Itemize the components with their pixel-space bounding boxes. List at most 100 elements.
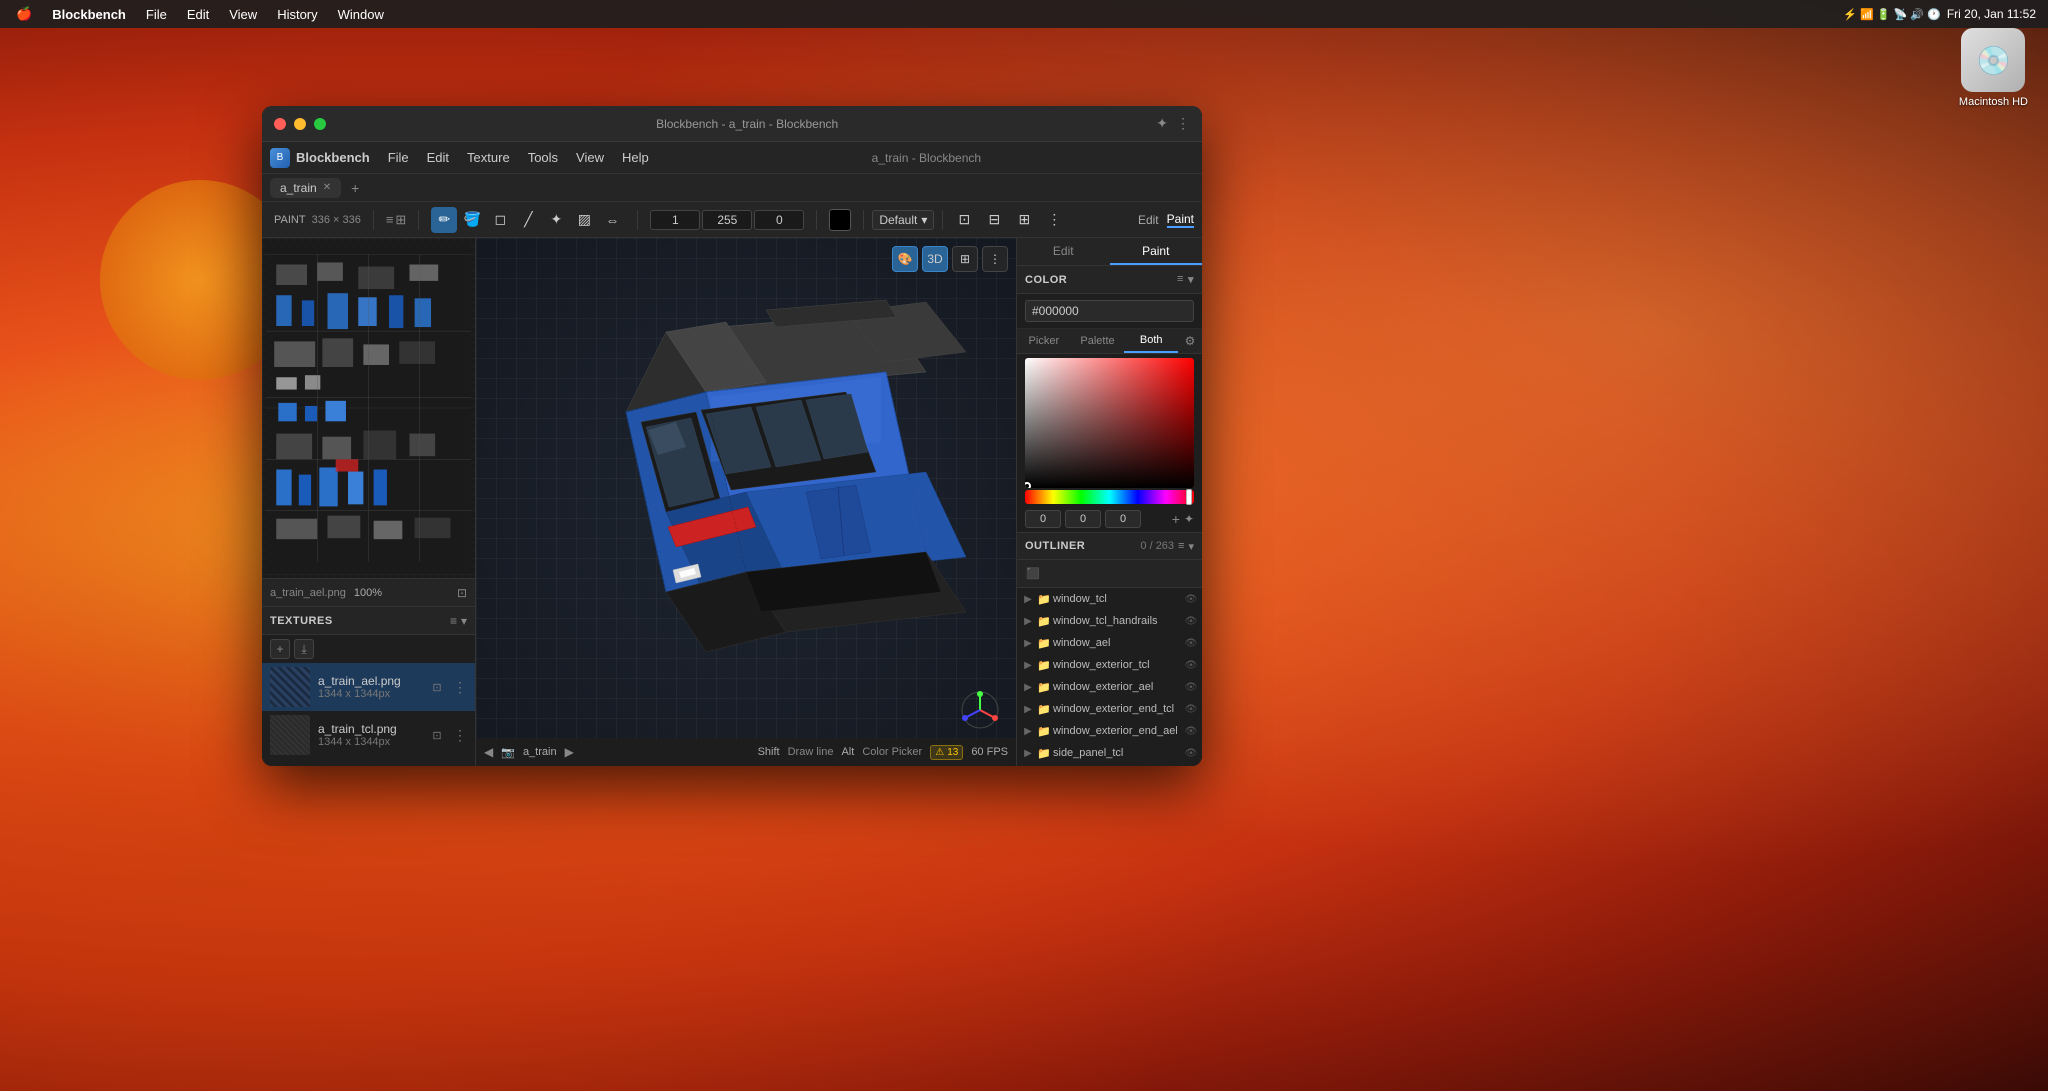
outliner-name-end-ael: window_exterior_end_ael xyxy=(1053,725,1182,737)
outliner-menu-icon[interactable]: ≡ xyxy=(1178,540,1184,552)
desktop-icon-macintosh-hd[interactable]: 💿 Macintosh HD xyxy=(1959,28,2028,108)
outliner-item-window-ael[interactable]: ▶ 📁 window_ael 👁 xyxy=(1017,632,1202,654)
toolbar-more-btn[interactable]: ⋮ xyxy=(1041,207,1067,233)
outliner-vis-window-tcl[interactable]: 👁 xyxy=(1184,592,1198,606)
window-close-button[interactable] xyxy=(274,118,286,130)
toolbar-edit-tab[interactable]: Edit xyxy=(1138,213,1159,227)
menubar-file[interactable]: File xyxy=(138,5,175,24)
texture-import-button[interactable]: ⤓ xyxy=(294,639,314,659)
tab-a-train[interactable]: a_train ✕ xyxy=(270,178,341,198)
texture-item-tcl[interactable]: a_train_tcl.png 1344 x 1344px ⊡ ⋮ xyxy=(262,711,475,759)
outliner-vis-side-tcl[interactable]: 👁 xyxy=(1184,746,1198,760)
toolbar-pencil-button[interactable]: ✏ xyxy=(431,207,457,233)
outliner-vis-ext-tcl[interactable]: 👁 xyxy=(1184,658,1198,672)
texture-item-ael[interactable]: a_train_ael.png 1344 x 1344px ⊡ ⋮ xyxy=(262,663,475,711)
viewport-btn-grid[interactable]: ⊞ xyxy=(952,246,978,272)
color-b-input[interactable] xyxy=(1105,510,1141,528)
texture-more-tcl[interactable]: ⋮ xyxy=(453,727,467,744)
uv-save-icon[interactable]: ⊡ xyxy=(457,586,467,600)
window-menu-button[interactable]: ⋮ xyxy=(1176,115,1190,132)
color-picker-gradient[interactable] xyxy=(1025,358,1194,488)
outliner-item-window-exterior-end-ael[interactable]: ▶ 📁 window_exterior_end_ael 👁 xyxy=(1017,720,1202,742)
outliner-vis-end-ael[interactable]: 👁 xyxy=(1184,724,1198,738)
color-menu-icon[interactable]: ≡ xyxy=(1177,273,1184,286)
menu-texture[interactable]: Texture xyxy=(459,147,518,168)
outliner-vis-handrails[interactable]: 👁 xyxy=(1184,614,1198,628)
toolbar-view-btn1[interactable]: ⊡ xyxy=(951,207,977,233)
window-minimize-button[interactable] xyxy=(294,118,306,130)
menu-tools[interactable]: Tools xyxy=(520,147,566,168)
right-tab-edit[interactable]: Edit xyxy=(1017,238,1110,265)
color-add-button[interactable]: + xyxy=(1172,511,1180,527)
color-g-input[interactable] xyxy=(1065,510,1101,528)
outliner-vis-window-ael[interactable]: 👁 xyxy=(1184,636,1198,650)
outliner-item-window-tcl[interactable]: ▶ 📁 window_tcl 👁 xyxy=(1017,588,1202,610)
toolbar-sep-6 xyxy=(942,210,943,230)
textures-menu-icon[interactable]: ≡ xyxy=(450,614,457,628)
outliner-item-window-exterior-ael[interactable]: ▶ 📁 window_exterior_ael 👁 xyxy=(1017,676,1202,698)
viewport-prev-button[interactable]: ◀ xyxy=(484,745,493,759)
apple-menu[interactable]: 🍎 xyxy=(8,4,40,24)
window-maximize-button[interactable] xyxy=(314,118,326,130)
color-eyedropper-button[interactable]: ✦ xyxy=(1184,512,1194,526)
outliner-vis-ext-ael[interactable]: 👁 xyxy=(1184,680,1198,694)
viewport[interactable]: 🎨 3D ⊞ ⋮ xyxy=(476,238,1016,766)
texture-save-ael[interactable]: ⊡ xyxy=(429,679,445,695)
menu-help[interactable]: Help xyxy=(614,147,657,168)
menubar-blockbench[interactable]: Blockbench xyxy=(44,5,134,24)
viewport-btn-more[interactable]: ⋮ xyxy=(982,246,1008,272)
outliner-list[interactable]: ▶ 📁 window_tcl 👁 ▶ 📁 window_tcl_handrail… xyxy=(1017,588,1202,766)
tab-close-button[interactable]: ✕ xyxy=(323,182,331,193)
menubar-view[interactable]: View xyxy=(221,5,265,24)
menu-file[interactable]: File xyxy=(380,147,417,168)
toolbar-value2-input[interactable] xyxy=(702,210,752,230)
tab-add-button[interactable]: + xyxy=(345,178,365,198)
toolbar-gradient-button[interactable]: ▨ xyxy=(571,207,597,233)
outliner-chevron-icon[interactable]: ▾ xyxy=(1188,540,1194,553)
textures-title: TEXTURES xyxy=(270,615,333,627)
viewport-btn-paint[interactable]: 🎨 xyxy=(892,246,918,272)
toolbar-view-btn2[interactable]: ⊟ xyxy=(981,207,1007,233)
texture-thumb-tcl xyxy=(270,715,310,755)
menu-edit[interactable]: Edit xyxy=(419,147,457,168)
outliner-item-window-exterior-end-tcl[interactable]: ▶ 📁 window_exterior_end_tcl 👁 xyxy=(1017,698,1202,720)
window-pin-button[interactable]: ✦ xyxy=(1156,115,1168,132)
toolbar-line-button[interactable]: ╱ xyxy=(515,207,541,233)
toolbar-colorpicker-button[interactable]: ✦ xyxy=(543,207,569,233)
viewport-next-button[interactable]: ▶ xyxy=(565,745,574,759)
color-tab-picker[interactable]: Picker xyxy=(1017,329,1071,353)
outliner-item-side-panel-tcl-translucent[interactable]: ▶ 📁 side_panel_tcl_translucent 👁 xyxy=(1017,764,1202,766)
toolbar-paint-tab[interactable]: Paint xyxy=(1167,212,1194,228)
color-r-input[interactable] xyxy=(1025,510,1061,528)
toolbar-view-btn3[interactable]: ⊞ xyxy=(1011,207,1037,233)
color-tab-palette[interactable]: Palette xyxy=(1071,329,1125,353)
toolbar-fill-button[interactable]: 🪣 xyxy=(459,207,485,233)
toolbar-flipx-button[interactable]: ⇔ xyxy=(599,207,625,233)
texture-add-button[interactable]: + xyxy=(270,639,290,659)
texture-save-tcl[interactable]: ⊡ xyxy=(429,727,445,743)
toolbar-value1-input[interactable] xyxy=(650,210,700,230)
color-settings-icon[interactable]: ⚙ xyxy=(1178,329,1202,353)
texture-more-ael[interactable]: ⋮ xyxy=(453,679,467,696)
menubar-history[interactable]: History xyxy=(269,5,325,24)
right-tab-paint[interactable]: Paint xyxy=(1110,238,1203,265)
uv-canvas[interactable] xyxy=(262,238,475,578)
menubar-window[interactable]: Window xyxy=(330,5,392,24)
outliner-item-side-panel-tcl[interactable]: ▶ 📁 side_panel_tcl 👁 xyxy=(1017,742,1202,764)
color-hue-slider[interactable] xyxy=(1025,490,1194,504)
color-hex-input[interactable] xyxy=(1025,300,1194,322)
toolbar-erase-button[interactable]: ◻ xyxy=(487,207,513,233)
outliner-item-window-exterior-tcl[interactable]: ▶ 📁 window_exterior_tcl 👁 xyxy=(1017,654,1202,676)
color-tab-both[interactable]: Both xyxy=(1124,329,1178,353)
toolbar-default-dropdown[interactable]: Default ▾ xyxy=(872,210,934,230)
color-chevron-icon[interactable]: ▾ xyxy=(1188,273,1194,286)
viewport-btn-3d[interactable]: 3D xyxy=(922,246,948,272)
outliner-vis-end-tcl[interactable]: 👁 xyxy=(1184,702,1198,716)
textures-chevron-icon[interactable]: ▾ xyxy=(461,614,467,628)
outliner-item-window-tcl-handrails[interactable]: ▶ 📁 window_tcl_handrails 👁 xyxy=(1017,610,1202,632)
toolbar-color-swatch[interactable] xyxy=(829,209,851,231)
menubar-edit[interactable]: Edit xyxy=(179,5,217,24)
menu-view[interactable]: View xyxy=(568,147,612,168)
app-name: Blockbench xyxy=(296,150,370,165)
toolbar-value3-input[interactable] xyxy=(754,210,804,230)
